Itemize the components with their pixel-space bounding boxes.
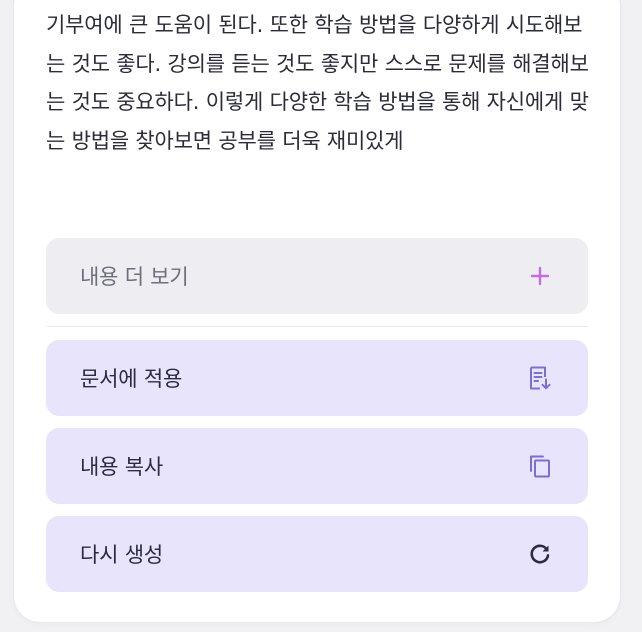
copy-content-label: 내용 복사 [80,455,163,479]
refresh-icon [526,540,554,568]
generated-text: 기부여에 큰 도움이 된다. 또한 학습 방법을 다양하게 시도해보는 것도 좋… [46,13,589,153]
apply-to-document-label: 문서에 적용 [80,367,183,391]
copy-content-button[interactable]: 내용 복사 [46,428,588,504]
regenerate-button[interactable]: 다시 생성 [46,516,588,592]
show-more-button[interactable]: 내용 더 보기 [46,238,588,314]
plus-icon [526,262,554,290]
regenerate-label: 다시 생성 [80,543,163,567]
show-more-label: 내용 더 보기 [80,265,189,289]
apply-to-document-button[interactable]: 문서에 적용 [46,340,588,416]
copy-icon [526,452,554,480]
insert-document-icon [526,364,554,392]
divider [46,326,588,327]
